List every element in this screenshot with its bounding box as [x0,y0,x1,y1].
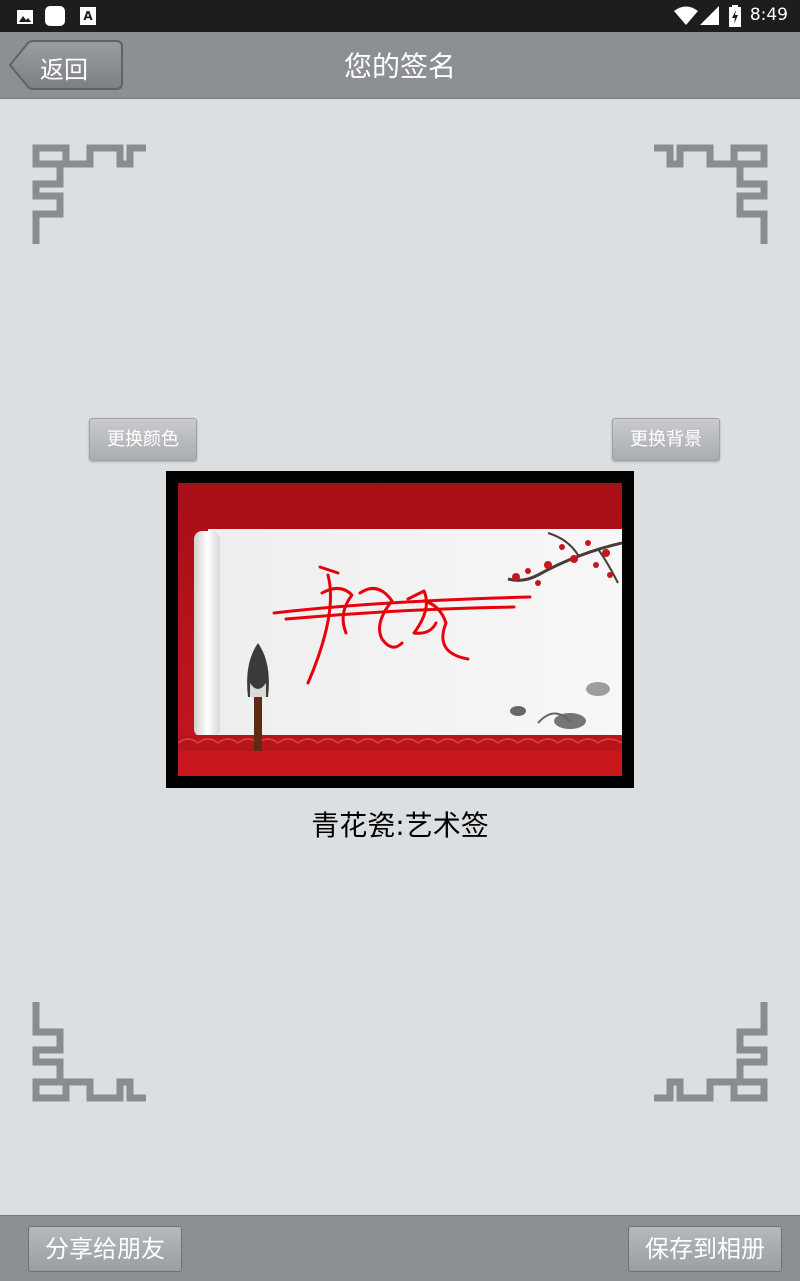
signal-icon [700,6,719,25]
corner-ornament-top-left [32,144,146,244]
status-bar: A 8:49 [0,0,800,32]
signature-caption: 青花瓷:艺术签 [311,809,489,842]
save-to-album-button[interactable]: 保存到相册 [628,1226,782,1272]
image-icon [17,10,33,24]
signature-scroll-scene [178,483,622,776]
app-header: 返回 您的签名 [0,32,800,99]
change-color-button[interactable]: 更换颜色 [89,418,197,461]
clock: 8:49 [749,5,788,25]
share-to-friends-button[interactable]: 分享给朋友 [28,1226,182,1272]
corner-ornament-top-right [654,144,768,244]
font-icon: A [80,7,96,25]
corner-ornament-bottom-right [654,1002,768,1102]
bottom-action-bar: 分享给朋友 保存到相册 [0,1215,800,1281]
app-icon [45,6,65,26]
wifi-icon [674,6,698,25]
change-background-button[interactable]: 更换背景 [612,418,720,461]
page-title: 您的签名 [343,50,456,83]
signature-preview [166,471,634,788]
battery-charging-icon [729,5,741,27]
svg-text:A: A [83,9,93,23]
corner-ornament-bottom-left [32,1002,146,1102]
